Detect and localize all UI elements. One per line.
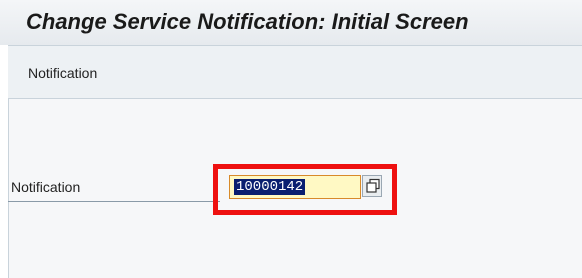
notification-input-value[interactable]: 10000142 [234,179,306,195]
menu-item-notification[interactable]: Notification [28,65,97,81]
value-help-button[interactable] [362,175,382,197]
menu-bar: Notification [8,45,582,99]
page-title: Change Service Notification: Initial Scr… [26,9,469,34]
notification-field-label: Notification [11,179,81,195]
notification-input[interactable]: 10000142 [229,175,361,199]
copy-icon [366,178,380,193]
label-underline [8,201,220,202]
divider [8,99,9,278]
title-bar: Change Service Notification: Initial Scr… [0,0,582,45]
